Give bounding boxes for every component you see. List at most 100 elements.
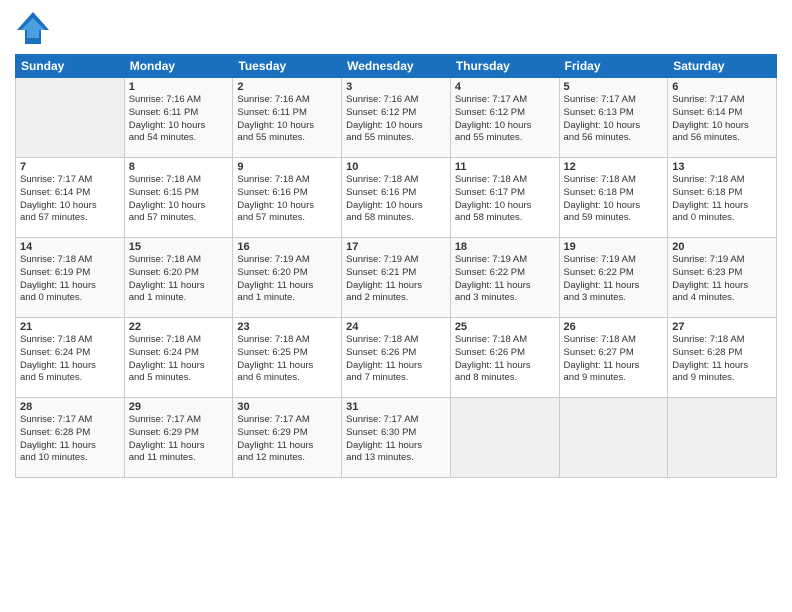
day-number: 28 [20,401,120,413]
cell-week2-day5: 12Sunrise: 7:18 AM Sunset: 6:18 PM Dayli… [559,158,668,238]
day-info: Sunrise: 7:18 AM Sunset: 6:24 PM Dayligh… [129,334,229,385]
day-info: Sunrise: 7:19 AM Sunset: 6:20 PM Dayligh… [237,254,337,305]
day-info: Sunrise: 7:18 AM Sunset: 6:19 PM Dayligh… [20,254,120,305]
day-number: 21 [20,321,120,333]
cell-week4-day0: 21Sunrise: 7:18 AM Sunset: 6:24 PM Dayli… [16,318,125,398]
calendar-table: SundayMondayTuesdayWednesdayThursdayFrid… [15,54,777,478]
day-info: Sunrise: 7:18 AM Sunset: 6:27 PM Dayligh… [564,334,664,385]
cell-week4-day3: 24Sunrise: 7:18 AM Sunset: 6:26 PM Dayli… [342,318,451,398]
day-number: 12 [564,161,664,173]
logo-icon [15,10,51,46]
col-header-saturday: Saturday [668,55,777,78]
cell-week1-day4: 4Sunrise: 7:17 AM Sunset: 6:12 PM Daylig… [450,78,559,158]
day-info: Sunrise: 7:16 AM Sunset: 6:12 PM Dayligh… [346,94,446,145]
day-info: Sunrise: 7:18 AM Sunset: 6:18 PM Dayligh… [564,174,664,225]
cell-week3-day6: 20Sunrise: 7:19 AM Sunset: 6:23 PM Dayli… [668,238,777,318]
day-number: 15 [129,241,229,253]
cell-week3-day5: 19Sunrise: 7:19 AM Sunset: 6:22 PM Dayli… [559,238,668,318]
week-row-1: 1Sunrise: 7:16 AM Sunset: 6:11 PM Daylig… [16,78,777,158]
cell-week2-day0: 7Sunrise: 7:17 AM Sunset: 6:14 PM Daylig… [16,158,125,238]
cell-week2-day1: 8Sunrise: 7:18 AM Sunset: 6:15 PM Daylig… [124,158,233,238]
day-number: 19 [564,241,664,253]
day-info: Sunrise: 7:16 AM Sunset: 6:11 PM Dayligh… [129,94,229,145]
cell-week5-day1: 29Sunrise: 7:17 AM Sunset: 6:29 PM Dayli… [124,398,233,478]
day-number: 18 [455,241,555,253]
cell-week1-day3: 3Sunrise: 7:16 AM Sunset: 6:12 PM Daylig… [342,78,451,158]
day-info: Sunrise: 7:17 AM Sunset: 6:12 PM Dayligh… [455,94,555,145]
day-number: 3 [346,81,446,93]
cell-week4-day6: 27Sunrise: 7:18 AM Sunset: 6:28 PM Dayli… [668,318,777,398]
cell-week5-day0: 28Sunrise: 7:17 AM Sunset: 6:28 PM Dayli… [16,398,125,478]
cell-week2-day6: 13Sunrise: 7:18 AM Sunset: 6:18 PM Dayli… [668,158,777,238]
cell-week5-day6 [668,398,777,478]
cell-week3-day4: 18Sunrise: 7:19 AM Sunset: 6:22 PM Dayli… [450,238,559,318]
cell-week4-day2: 23Sunrise: 7:18 AM Sunset: 6:25 PM Dayli… [233,318,342,398]
day-number: 4 [455,81,555,93]
day-number: 20 [672,241,772,253]
day-info: Sunrise: 7:17 AM Sunset: 6:29 PM Dayligh… [237,414,337,465]
day-info: Sunrise: 7:18 AM Sunset: 6:26 PM Dayligh… [346,334,446,385]
day-info: Sunrise: 7:18 AM Sunset: 6:20 PM Dayligh… [129,254,229,305]
cell-week1-day2: 2Sunrise: 7:16 AM Sunset: 6:11 PM Daylig… [233,78,342,158]
cell-week5-day2: 30Sunrise: 7:17 AM Sunset: 6:29 PM Dayli… [233,398,342,478]
day-info: Sunrise: 7:18 AM Sunset: 6:28 PM Dayligh… [672,334,772,385]
day-info: Sunrise: 7:18 AM Sunset: 6:25 PM Dayligh… [237,334,337,385]
day-number: 2 [237,81,337,93]
cell-week2-day2: 9Sunrise: 7:18 AM Sunset: 6:16 PM Daylig… [233,158,342,238]
day-info: Sunrise: 7:18 AM Sunset: 6:16 PM Dayligh… [237,174,337,225]
cell-week4-day4: 25Sunrise: 7:18 AM Sunset: 6:26 PM Dayli… [450,318,559,398]
day-info: Sunrise: 7:18 AM Sunset: 6:16 PM Dayligh… [346,174,446,225]
day-number: 14 [20,241,120,253]
header-row: SundayMondayTuesdayWednesdayThursdayFrid… [16,55,777,78]
day-number: 24 [346,321,446,333]
day-number: 1 [129,81,229,93]
day-info: Sunrise: 7:18 AM Sunset: 6:17 PM Dayligh… [455,174,555,225]
col-header-tuesday: Tuesday [233,55,342,78]
day-info: Sunrise: 7:19 AM Sunset: 6:22 PM Dayligh… [564,254,664,305]
col-header-sunday: Sunday [16,55,125,78]
day-info: Sunrise: 7:19 AM Sunset: 6:23 PM Dayligh… [672,254,772,305]
col-header-thursday: Thursday [450,55,559,78]
day-info: Sunrise: 7:17 AM Sunset: 6:30 PM Dayligh… [346,414,446,465]
day-info: Sunrise: 7:18 AM Sunset: 6:15 PM Dayligh… [129,174,229,225]
col-header-friday: Friday [559,55,668,78]
week-row-4: 21Sunrise: 7:18 AM Sunset: 6:24 PM Dayli… [16,318,777,398]
day-number: 8 [129,161,229,173]
cell-week4-day5: 26Sunrise: 7:18 AM Sunset: 6:27 PM Dayli… [559,318,668,398]
day-info: Sunrise: 7:18 AM Sunset: 6:24 PM Dayligh… [20,334,120,385]
day-number: 7 [20,161,120,173]
week-row-5: 28Sunrise: 7:17 AM Sunset: 6:28 PM Dayli… [16,398,777,478]
day-info: Sunrise: 7:18 AM Sunset: 6:26 PM Dayligh… [455,334,555,385]
day-number: 11 [455,161,555,173]
cell-week5-day4 [450,398,559,478]
cell-week1-day5: 5Sunrise: 7:17 AM Sunset: 6:13 PM Daylig… [559,78,668,158]
day-number: 10 [346,161,446,173]
cell-week1-day6: 6Sunrise: 7:17 AM Sunset: 6:14 PM Daylig… [668,78,777,158]
day-info: Sunrise: 7:19 AM Sunset: 6:21 PM Dayligh… [346,254,446,305]
day-info: Sunrise: 7:17 AM Sunset: 6:28 PM Dayligh… [20,414,120,465]
day-info: Sunrise: 7:17 AM Sunset: 6:13 PM Dayligh… [564,94,664,145]
cell-week3-day1: 15Sunrise: 7:18 AM Sunset: 6:20 PM Dayli… [124,238,233,318]
cell-week5-day3: 31Sunrise: 7:17 AM Sunset: 6:30 PM Dayli… [342,398,451,478]
day-info: Sunrise: 7:18 AM Sunset: 6:18 PM Dayligh… [672,174,772,225]
day-info: Sunrise: 7:19 AM Sunset: 6:22 PM Dayligh… [455,254,555,305]
day-number: 13 [672,161,772,173]
cell-week2-day3: 10Sunrise: 7:18 AM Sunset: 6:16 PM Dayli… [342,158,451,238]
day-number: 25 [455,321,555,333]
col-header-wednesday: Wednesday [342,55,451,78]
header [15,10,777,46]
week-row-3: 14Sunrise: 7:18 AM Sunset: 6:19 PM Dayli… [16,238,777,318]
day-number: 9 [237,161,337,173]
day-number: 27 [672,321,772,333]
cell-week4-day1: 22Sunrise: 7:18 AM Sunset: 6:24 PM Dayli… [124,318,233,398]
day-number: 6 [672,81,772,93]
day-number: 29 [129,401,229,413]
col-header-monday: Monday [124,55,233,78]
cell-week3-day2: 16Sunrise: 7:19 AM Sunset: 6:20 PM Dayli… [233,238,342,318]
cell-week1-day0 [16,78,125,158]
cell-week3-day0: 14Sunrise: 7:18 AM Sunset: 6:19 PM Dayli… [16,238,125,318]
day-info: Sunrise: 7:16 AM Sunset: 6:11 PM Dayligh… [237,94,337,145]
logo [15,10,55,46]
day-number: 31 [346,401,446,413]
cell-week1-day1: 1Sunrise: 7:16 AM Sunset: 6:11 PM Daylig… [124,78,233,158]
